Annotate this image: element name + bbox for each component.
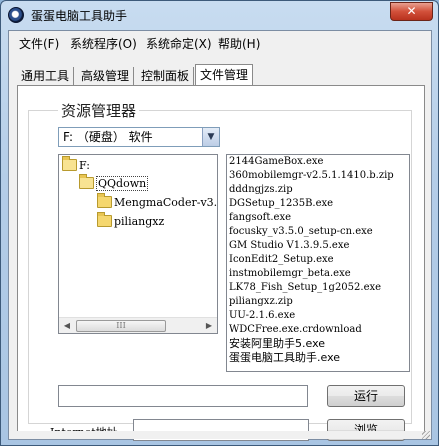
group-title: 资源管理器 xyxy=(58,100,140,121)
tab-advanced-management[interactable]: 高级管理 xyxy=(77,67,135,85)
menu-help[interactable]: 帮助(H) xyxy=(218,35,260,52)
menu-system-programs[interactable]: 系统程序(O) xyxy=(70,35,137,52)
list-item[interactable]: piliangxz.zip xyxy=(227,295,409,309)
list-item[interactable]: fangsoft.exe xyxy=(227,211,409,225)
list-item[interactable]: WDCFree.exe.crdownload xyxy=(227,323,409,337)
scroll-right-icon[interactable]: ▶ xyxy=(201,318,217,333)
tree-node-label: MengmaCoder-v3. xyxy=(114,196,218,209)
scrollbar-thumb[interactable]: III xyxy=(76,320,166,332)
list-item[interactable]: 2144GameBox.exe xyxy=(227,155,409,169)
window-title: 蛋蛋电脑工具助手 xyxy=(31,9,128,23)
list-item[interactable]: 蛋蛋电脑工具助手.exe xyxy=(227,351,409,365)
client-area: 文件(F) 系统程序(O) 系统命定(X) 帮助(H) 通用工具 高级管理 控制… xyxy=(8,30,432,441)
file-list[interactable]: 2144GameBox.exe 360mobilemgr-v2.5.1.1410… xyxy=(226,154,410,372)
tree-node-qqdown[interactable]: QQdown xyxy=(79,174,149,192)
tree-node-root[interactable]: F: xyxy=(62,156,90,174)
run-path-input[interactable] xyxy=(58,385,308,407)
drive-select[interactable]: F: （硬盘） 软件 ▼ xyxy=(58,127,220,147)
list-item[interactable]: DGSetup_1235B.exe xyxy=(227,197,409,211)
folder-open-icon xyxy=(62,156,77,171)
tab-control-panel[interactable]: 控制面板 xyxy=(137,67,195,85)
folder-open-icon xyxy=(79,174,94,189)
list-item[interactable]: dddngjzs.zip xyxy=(227,183,409,197)
tab-file-management[interactable]: 文件管理 xyxy=(195,64,254,86)
menu-file[interactable]: 文件(F) xyxy=(19,35,59,52)
chevron-down-icon[interactable]: ▼ xyxy=(202,128,219,146)
tree-horizontal-scrollbar[interactable]: ◀ III ▶ xyxy=(59,317,217,333)
status-bar xyxy=(9,431,431,439)
list-item[interactable]: 安装阿里助手5.exe xyxy=(227,337,409,351)
list-item[interactable]: 360mobilemgr-v2.5.1.1410.b.zip xyxy=(227,169,409,183)
list-item[interactable]: UU-2.1.6.exe xyxy=(227,309,409,323)
folder-icon xyxy=(97,212,112,227)
drive-select-value: F: （硬盘） 软件 xyxy=(63,130,153,144)
run-button[interactable]: 运行 xyxy=(327,385,405,407)
list-item[interactable]: instmobilemgr_beta.exe xyxy=(227,267,409,281)
tab-strip: 通用工具 高级管理 控制面板 文件管理 xyxy=(9,61,431,86)
title-bar[interactable]: 蛋蛋电脑工具助手 ✕ xyxy=(1,1,438,29)
menu-system-commands[interactable]: 系统命定(X) xyxy=(146,35,212,52)
file-management-panel: 资源管理器 F: （硬盘） 软件 ▼ F: QQdown MengmaCoder… xyxy=(17,85,425,441)
folder-tree[interactable]: F: QQdown MengmaCoder-v3. piliangxz ◀ II… xyxy=(58,154,218,334)
close-button[interactable]: ✕ xyxy=(390,2,433,21)
tree-node-piliangxz[interactable]: piliangxz xyxy=(97,212,165,230)
list-item[interactable]: IconEdit2_Setup.exe xyxy=(227,253,409,267)
tab-general-tools[interactable]: 通用工具 xyxy=(17,67,75,85)
tree-node-label: piliangxz xyxy=(114,215,165,228)
menu-bar: 文件(F) 系统程序(O) 系统命定(X) 帮助(H) xyxy=(9,31,431,53)
tree-node-label: QQdown xyxy=(96,176,149,191)
list-item[interactable]: GM Studio V1.3.9.5.exe xyxy=(227,239,409,253)
scroll-left-icon[interactable]: ◀ xyxy=(59,318,75,333)
app-window: 蛋蛋电脑工具助手 ✕ 文件(F) 系统程序(O) 系统命定(X) 帮助(H) 通… xyxy=(0,0,439,446)
list-item[interactable]: focusky_v3.5.0_setup-cn.exe xyxy=(227,225,409,239)
app-logo-icon xyxy=(8,7,24,23)
resize-grip-icon[interactable] xyxy=(422,431,430,439)
tree-node-label: F: xyxy=(79,159,90,172)
tree-node-mengmacoder[interactable]: MengmaCoder-v3. xyxy=(97,193,218,211)
folder-icon xyxy=(97,193,112,208)
list-item[interactable]: LK78_Fish_Setup_1g2052.exe xyxy=(227,281,409,295)
